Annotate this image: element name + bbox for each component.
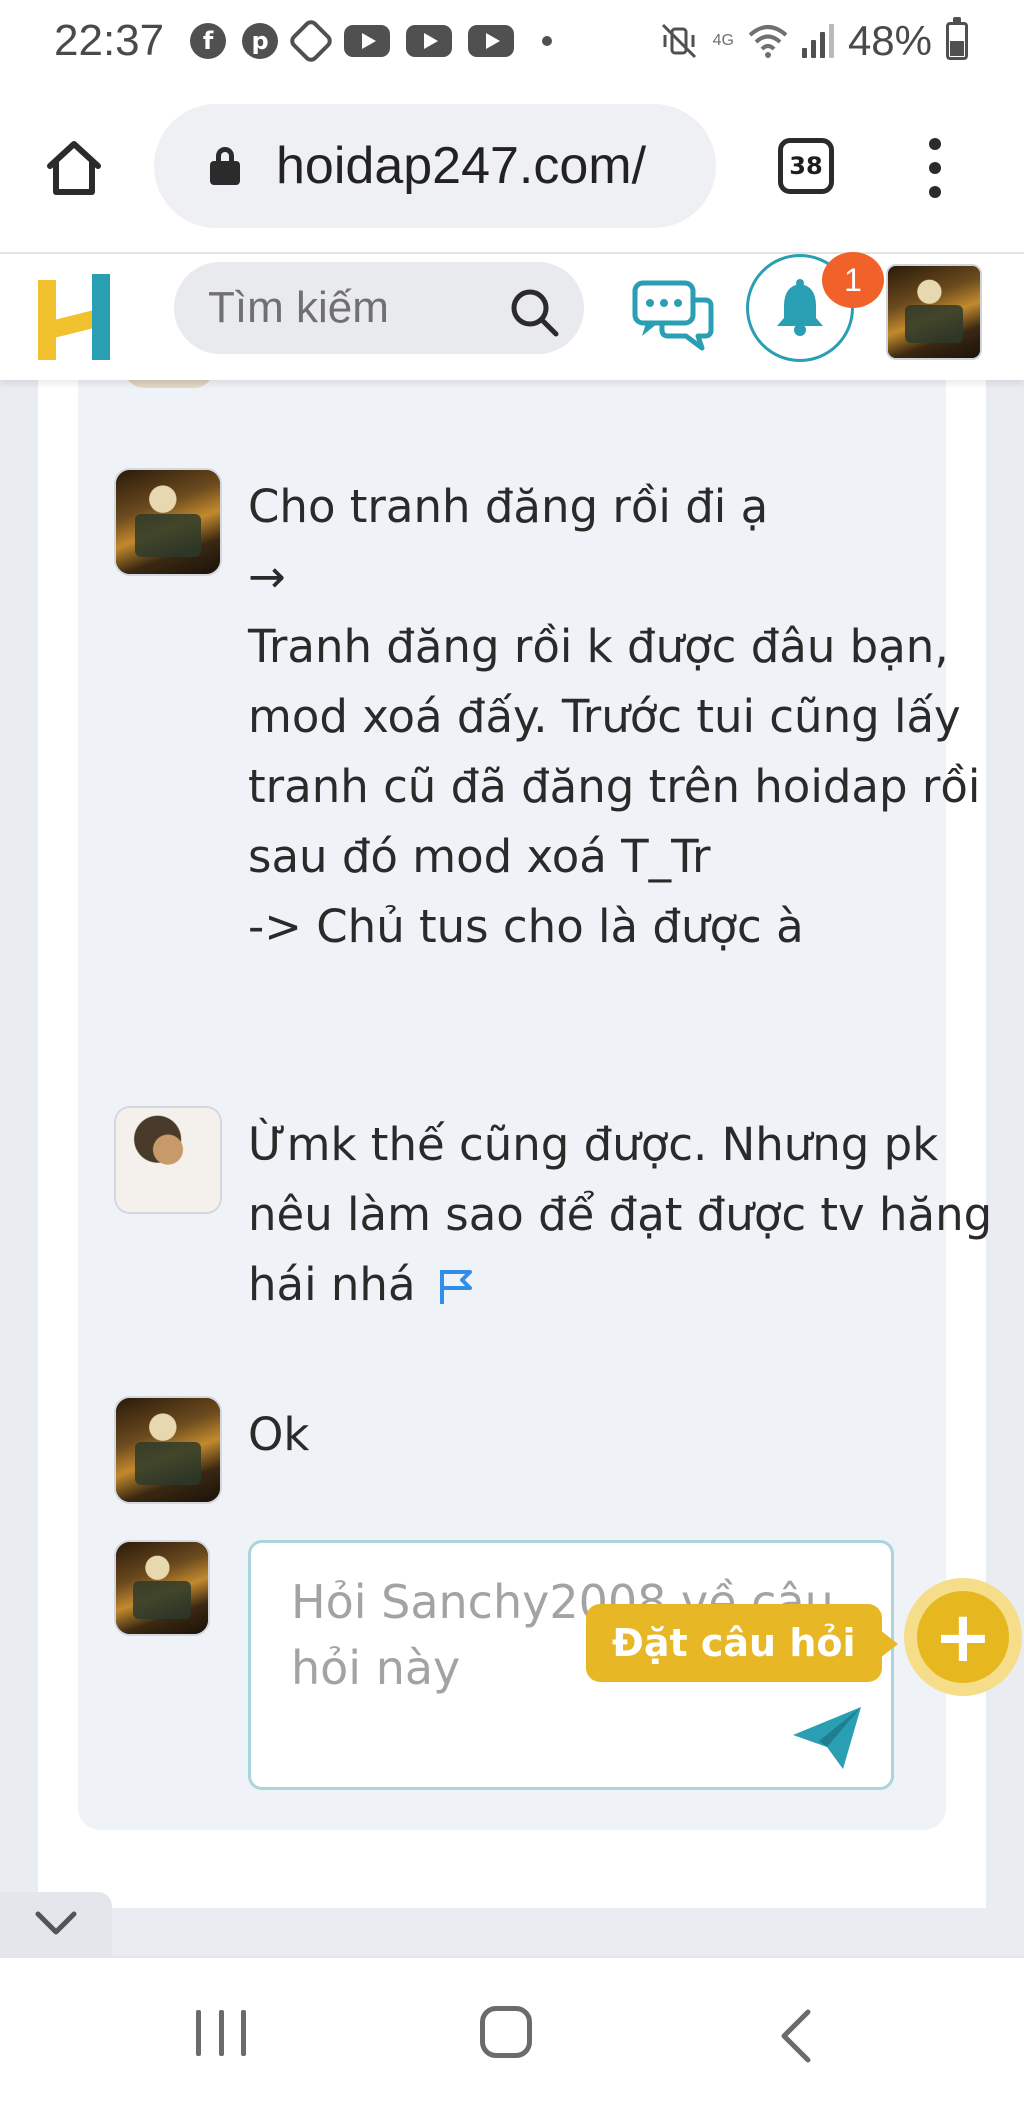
user-avatar[interactable] [886, 264, 982, 360]
browser-menu-icon[interactable] [920, 138, 950, 198]
home-icon[interactable] [44, 138, 104, 198]
ask-question-tooltip[interactable]: Đặt câu hỏi [586, 1604, 898, 1682]
site-header: 1 [0, 252, 1024, 380]
address-bar[interactable]: hoidap247.com/ [154, 104, 716, 228]
avatar[interactable] [114, 468, 222, 576]
system-navigation-bar [0, 1956, 1024, 2106]
avatar[interactable] [114, 1396, 222, 1504]
search-box[interactable] [174, 262, 584, 354]
search-icon[interactable] [508, 286, 560, 338]
comment-body: Ừmk thế cũng được. Nhưng pk nêu làm sao … [248, 1118, 993, 1311]
status-bar: 22:37 f p 4G 48% [0, 0, 1024, 82]
search-input[interactable] [208, 283, 498, 333]
notification-badge: 1 [822, 252, 884, 308]
recent-apps-icon[interactable] [196, 2010, 246, 2056]
battery-icon [946, 17, 968, 60]
my-avatar [114, 1540, 210, 1636]
status-time: 22:37 [54, 16, 165, 65]
pinterest-icon: p [242, 23, 279, 59]
plus-icon: + [917, 1591, 1009, 1683]
comment-text: Ừmk thế cũng được. Nhưng pk nêu làm sao … [248, 1110, 1008, 1320]
facebook-icon: f [190, 23, 227, 59]
back-icon[interactable] [776, 2008, 816, 2064]
comment-text: Ok [248, 1408, 310, 1461]
battery-percent: 48% [847, 17, 932, 64]
chevron-down-icon [35, 1911, 77, 1935]
hexagon-app-icon [287, 16, 336, 66]
vibrate-mute-icon [661, 23, 696, 59]
signal-icon [801, 24, 834, 58]
wifi-icon [748, 25, 788, 58]
youtube-icon [468, 25, 515, 57]
browser-toolbar: hoidap247.com/ 38 [0, 82, 1024, 254]
avatar[interactable] [114, 1106, 222, 1214]
youtube-icon [406, 25, 453, 57]
youtube-icon [344, 25, 391, 57]
hoidap247-logo[interactable] [34, 272, 114, 362]
collapse-button[interactable] [0, 1892, 112, 1956]
comment-text: Cho tranh đăng rồi đi ạ → Tranh đăng rồi… [248, 480, 981, 953]
more-notifications-dot [542, 36, 553, 46]
network-type-label: 4G [712, 32, 734, 49]
send-icon[interactable] [791, 1705, 863, 1771]
messages-icon[interactable] [632, 280, 714, 352]
lock-icon [210, 147, 240, 185]
url-text: hoidap247.com/ [276, 137, 647, 195]
bell-icon [777, 279, 823, 336]
report-flag-icon[interactable] [438, 1268, 474, 1306]
ask-question-button[interactable]: + [904, 1578, 1022, 1696]
home-nav-icon[interactable] [480, 2006, 532, 2058]
tab-switcher-button[interactable]: 38 [778, 138, 834, 194]
